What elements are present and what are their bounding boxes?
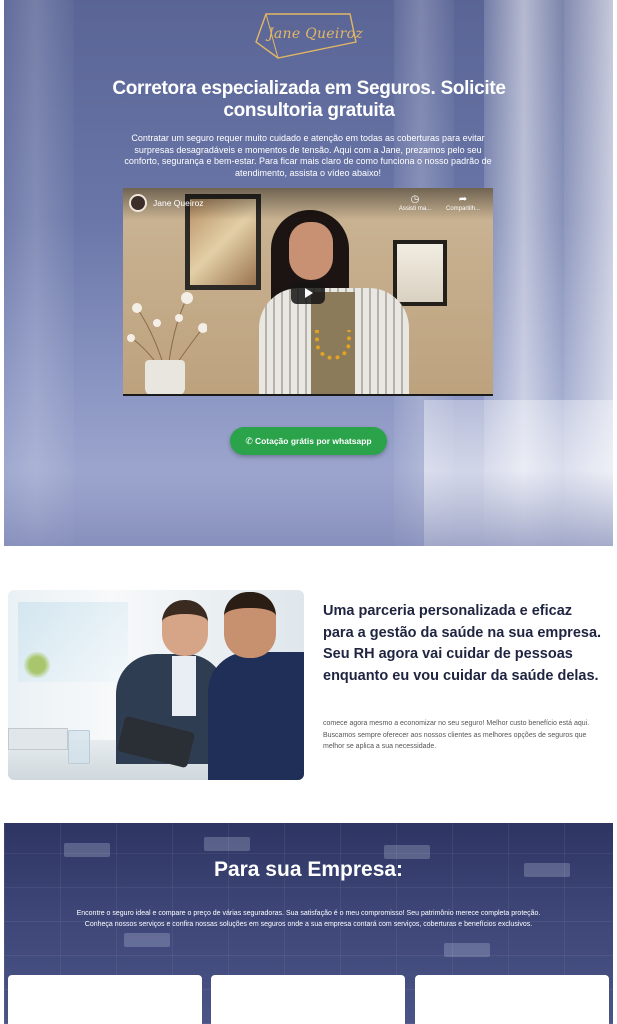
partnership-title: Uma parceria personalizada e eficaz para… — [323, 603, 602, 684]
ceiling-light — [124, 933, 170, 947]
hero-title: Corretora especializada em Seguros. Soli… — [112, 78, 506, 121]
ceiling-light — [444, 943, 490, 957]
wall-painting — [393, 240, 447, 306]
presenter-face — [289, 222, 333, 280]
decor-vase — [145, 360, 185, 394]
channel-avatar[interactable] — [129, 194, 147, 212]
hero-description: Contratar um seguro requer muito cuidado… — [124, 133, 492, 178]
empresa-title: Para sua Empresa: — [213, 858, 404, 881]
photo-laptop — [8, 728, 68, 750]
whatsapp-icon: ✆ — [245, 436, 253, 446]
ceiling-light — [204, 837, 250, 851]
share-icon: ➦ — [458, 194, 468, 205]
play-button[interactable] — [291, 282, 325, 304]
empresa-description: Encontre o seguro ideal e compare o preç… — [30, 908, 587, 930]
whatsapp-quote-button[interactable]: ✆ Cotação grátis por whatsapp — [230, 427, 387, 455]
clock-icon: ◷ — [410, 194, 420, 205]
brand-logo-text: Jane Queiroz — [268, 26, 364, 42]
share-button[interactable]: ➦ Compartilh... — [439, 194, 487, 212]
ceiling-light — [64, 843, 110, 857]
business-meeting-photo — [8, 590, 304, 780]
service-card[interactable] — [415, 975, 609, 1024]
watch-later-button[interactable]: ◷ Assisti ma... — [391, 194, 439, 212]
service-card[interactable] — [8, 975, 202, 1024]
background-column — [4, 0, 74, 546]
empresa-description-line: Encontre o seguro ideal e compare o preç… — [76, 910, 541, 917]
photo-glass — [68, 730, 90, 764]
empresa-description-line: Conheça nossos serviços e confira nossas… — [84, 921, 533, 928]
ceiling-light — [384, 845, 430, 859]
video-channel-name[interactable]: Jane Queiroz — [153, 198, 204, 208]
photo-person — [208, 592, 304, 780]
video-player[interactable]: Jane Queiroz ◷ Assisti ma... ➦ Compartil… — [123, 188, 493, 396]
partnership-description: comece agora mesmo a economizar no seu s… — [323, 720, 590, 750]
background-floor — [4, 470, 613, 546]
whatsapp-button-label: Cotação grátis por whatsapp — [254, 436, 372, 446]
watch-later-label: Assisti ma... — [398, 206, 432, 212]
service-card[interactable] — [211, 975, 405, 1024]
share-label: Compartilh... — [445, 206, 480, 212]
photo-plant — [22, 652, 52, 678]
